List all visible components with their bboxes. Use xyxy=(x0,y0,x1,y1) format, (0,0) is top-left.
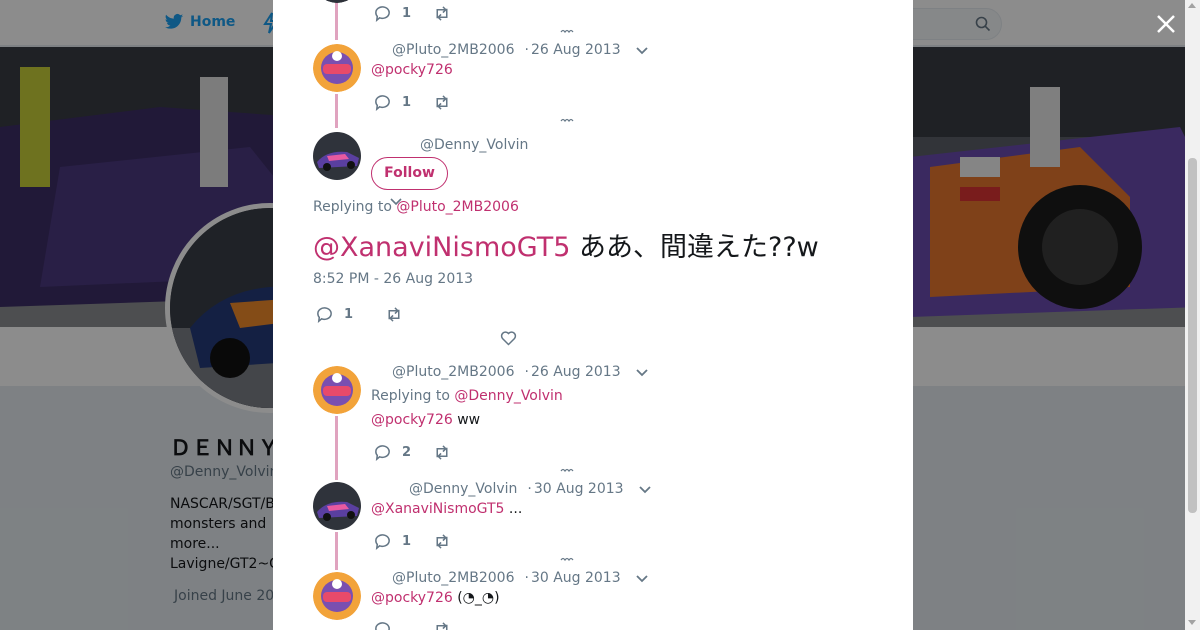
mention-link[interactable]: @pocky726 xyxy=(371,412,453,428)
tweet-date[interactable]: 30 Aug 2013 xyxy=(531,570,621,586)
replying-to-link[interactable]: @Pluto_2MB2006 xyxy=(396,199,518,215)
tweet-handle[interactable]: @Pluto_2MB2006 xyxy=(392,570,514,586)
tweet-handle[interactable]: @Pluto_2MB2006 xyxy=(392,42,514,58)
tweet-header: @Denny_Volvin · 30 Aug 2013 xyxy=(409,481,652,497)
replying-label: Replying to xyxy=(371,388,450,404)
reply-icon[interactable] xyxy=(373,532,392,551)
chevron-down-icon[interactable] xyxy=(635,571,649,585)
heart-icon[interactable] xyxy=(500,330,517,346)
avatar[interactable] xyxy=(313,44,361,92)
tweet-body: ... xyxy=(504,501,523,517)
tweet-actions: 2 xyxy=(373,443,452,462)
main-tweet-timestamp[interactable]: 8:52 PM - 26 Aug 2013 xyxy=(313,271,473,287)
tweet-actions xyxy=(373,620,452,630)
tweet-date[interactable]: 26 Aug 2013 xyxy=(531,42,621,58)
main-tweet-text: @XanaviNismoGT5 ああ、間違えた??w xyxy=(313,225,819,264)
avatar[interactable] xyxy=(313,366,361,414)
tweet-text: @pocky726 ww xyxy=(371,412,480,428)
tweet-text: @pocky726 xyxy=(371,62,453,78)
reply-count: 2 xyxy=(402,445,412,460)
more-icon[interactable] xyxy=(560,28,574,34)
page-scrollbar[interactable] xyxy=(1185,0,1200,630)
mention-link[interactable]: @XanaviNismoGT5 xyxy=(371,501,504,517)
reply-count: 1 xyxy=(402,534,412,549)
tweet-body: ああ、間違えた??w xyxy=(570,232,819,263)
tweet-text: @pocky726 (◔_◔) xyxy=(371,590,500,606)
avatar[interactable] xyxy=(313,482,361,530)
chevron-down-icon[interactable] xyxy=(635,43,649,57)
chevron-down-icon[interactable] xyxy=(635,365,649,379)
scroll-down-arrow[interactable] xyxy=(1188,620,1196,625)
close-icon[interactable] xyxy=(1154,12,1178,36)
retweet-icon[interactable] xyxy=(384,305,404,324)
replying-label: Replying to xyxy=(313,199,392,215)
avatar[interactable] xyxy=(313,572,361,620)
tweet-handle[interactable]: @Denny_Volvin xyxy=(409,481,517,497)
reply-icon[interactable] xyxy=(373,443,392,462)
thread-line xyxy=(334,532,338,570)
thread-line xyxy=(334,416,338,480)
reply-count: 1 xyxy=(402,6,412,21)
mention-link[interactable]: @XanaviNismoGT5 xyxy=(313,232,570,263)
retweet-icon[interactable] xyxy=(432,443,452,462)
scroll-up-arrow[interactable] xyxy=(1188,3,1196,8)
tweet-body: (◔_◔) xyxy=(452,590,500,606)
tweet-handle[interactable]: @Pluto_2MB2006 xyxy=(392,364,514,380)
tweet-modal: 1 @Pluto_2MB2006 · 26 Aug 2013 @pocky726… xyxy=(273,0,913,630)
retweet-icon[interactable] xyxy=(432,93,452,112)
tweet-actions: 1 xyxy=(373,4,452,23)
follow-button[interactable]: Follow xyxy=(371,157,448,190)
reply-icon[interactable] xyxy=(373,93,392,112)
reply-count: 1 xyxy=(402,95,412,110)
reply-icon[interactable] xyxy=(373,620,392,630)
more-icon[interactable] xyxy=(560,467,574,473)
more-icon[interactable] xyxy=(560,556,574,562)
avatar[interactable] xyxy=(313,132,361,180)
tweet-header: @Pluto_2MB2006 · 26 Aug 2013 xyxy=(392,364,649,380)
replying-to: Replying to @Pluto_2MB2006 xyxy=(313,199,519,215)
reply-icon[interactable] xyxy=(373,4,392,23)
reply-count: 1 xyxy=(344,307,354,322)
tweet-text: @XanaviNismoGT5 ... xyxy=(371,501,522,517)
thread-line xyxy=(334,0,338,40)
retweet-icon[interactable] xyxy=(432,620,452,630)
tweet-header: @Pluto_2MB2006 · 30 Aug 2013 xyxy=(392,570,649,586)
tweet-actions: 1 xyxy=(373,532,452,551)
replying-to-link[interactable]: @Denny_Volvin xyxy=(454,388,562,404)
mention-link[interactable]: @pocky726 xyxy=(371,590,453,606)
avatar[interactable] xyxy=(313,0,361,3)
scrollbar-thumb[interactable] xyxy=(1188,158,1197,513)
mention-link[interactable]: @pocky726 xyxy=(371,62,453,78)
retweet-icon[interactable] xyxy=(432,4,452,23)
retweet-icon[interactable] xyxy=(432,532,452,551)
thread-line xyxy=(334,94,338,128)
tweet-date[interactable]: 30 Aug 2013 xyxy=(534,481,624,497)
tweet-actions: 1 xyxy=(315,305,404,324)
more-icon[interactable] xyxy=(560,117,574,123)
chevron-down-icon[interactable] xyxy=(638,482,652,496)
tweet-body: ww xyxy=(452,412,481,428)
main-tweet-handle[interactable]: @Denny_Volvin xyxy=(420,137,528,153)
replying-to: Replying to @Denny_Volvin xyxy=(371,388,563,404)
tweet-header: @Pluto_2MB2006 · 26 Aug 2013 xyxy=(392,42,649,58)
tweet-date[interactable]: 26 Aug 2013 xyxy=(531,364,621,380)
reply-icon[interactable] xyxy=(315,305,334,324)
tweet-actions: 1 xyxy=(373,93,452,112)
